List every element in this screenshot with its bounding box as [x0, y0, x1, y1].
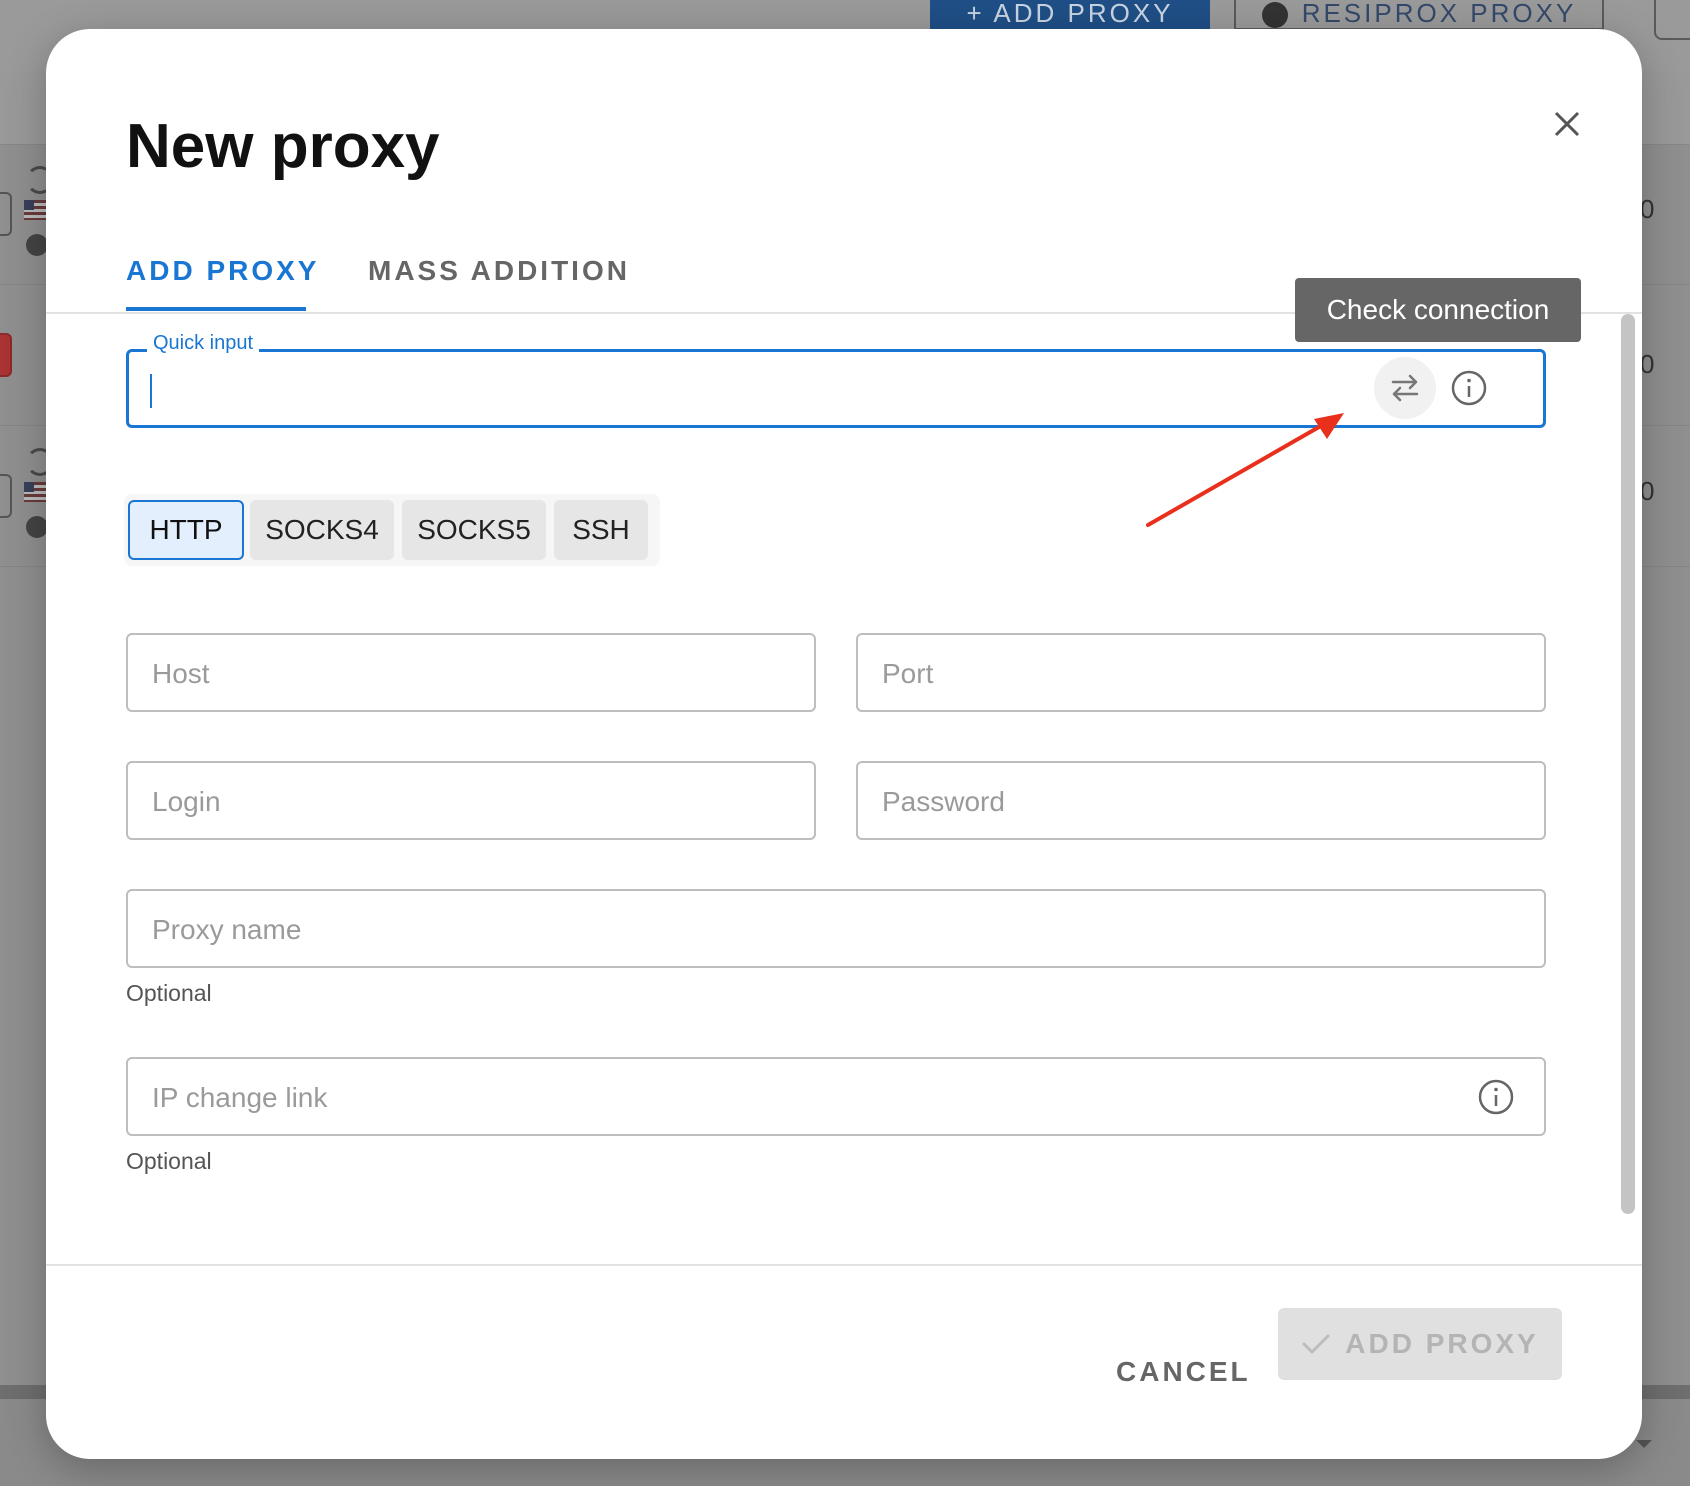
login-input[interactable]: [150, 763, 740, 840]
new-proxy-dialog: New proxy ADD PROXY MASS ADDITION Check …: [46, 29, 1642, 1459]
tab-mass-addition[interactable]: MASS ADDITION: [368, 255, 630, 287]
info-icon: [1451, 370, 1487, 406]
check-connection-tooltip: Check connection: [1295, 278, 1581, 342]
us-flag-icon: [24, 200, 46, 220]
protocol-selector: HTTP SOCKS4 SOCKS5 SSH: [124, 494, 660, 566]
quick-input[interactable]: [149, 352, 1303, 427]
quick-input-info-button[interactable]: [1447, 366, 1491, 410]
bg-checkbox: [0, 474, 12, 518]
bg-row-value: 0: [1640, 476, 1655, 506]
protocol-http[interactable]: HTTP: [128, 500, 244, 560]
protocol-ssh[interactable]: SSH: [554, 500, 648, 560]
bg-menu-button: [1654, 0, 1690, 40]
clock-icon: [26, 234, 48, 256]
cancel-button[interactable]: CANCEL: [1106, 1337, 1261, 1407]
swap-arrows-icon: [1391, 374, 1419, 402]
active-tab-indicator: [126, 307, 306, 311]
password-field: [856, 761, 1546, 840]
bg-row-value: 0: [1640, 194, 1655, 224]
text-caret: [150, 374, 152, 408]
us-flag-icon: [24, 482, 46, 502]
protocol-socks5[interactable]: SOCKS5: [402, 500, 546, 560]
add-proxy-submit-button[interactable]: ADD PROXY: [1278, 1308, 1562, 1380]
host-field: [126, 633, 816, 712]
dialog-title: New proxy: [126, 112, 440, 181]
footer-divider: [46, 1264, 1642, 1266]
password-input[interactable]: [880, 763, 1470, 840]
host-input[interactable]: [150, 635, 740, 712]
bg-add-proxy-button: + ADD PROXY: [930, 0, 1210, 30]
bg-row-value: 0: [1640, 349, 1655, 379]
ip-change-link-field: [126, 1057, 1546, 1136]
add-proxy-submit-label: ADD PROXY: [1345, 1328, 1539, 1359]
ip-change-link-input[interactable]: [150, 1059, 1470, 1136]
bg-resiprox-button: RESIPROX PROXY: [1234, 0, 1604, 30]
globe-icon: [1261, 2, 1288, 29]
annotation-arrow: [1146, 413, 1344, 527]
check-connection-button[interactable]: [1374, 357, 1436, 419]
bg-checkbox: [0, 192, 12, 236]
caret-down-icon: [1636, 1440, 1652, 1448]
check-icon: [1302, 1334, 1330, 1354]
port-field: [856, 633, 1546, 712]
info-icon: [1478, 1079, 1514, 1115]
protocol-socks4[interactable]: SOCKS4: [250, 500, 394, 560]
close-button[interactable]: [1536, 93, 1596, 153]
ip-change-info-button[interactable]: [1474, 1075, 1518, 1119]
close-icon: [1554, 111, 1580, 137]
port-input[interactable]: [880, 635, 1470, 712]
proxy-name-input[interactable]: [150, 891, 1470, 968]
bg-resiprox-label: RESIPROX PROXY: [1301, 0, 1577, 28]
ip-change-link-helper: Optional: [126, 1148, 212, 1174]
bg-checkbox: [0, 333, 12, 377]
proxy-name-field: [126, 889, 1546, 968]
login-field: [126, 761, 816, 840]
clock-icon: [26, 516, 48, 538]
scrollbar-thumb[interactable]: [1621, 314, 1635, 1214]
proxy-name-helper: Optional: [126, 980, 212, 1006]
tab-add-proxy[interactable]: ADD PROXY: [126, 255, 319, 287]
